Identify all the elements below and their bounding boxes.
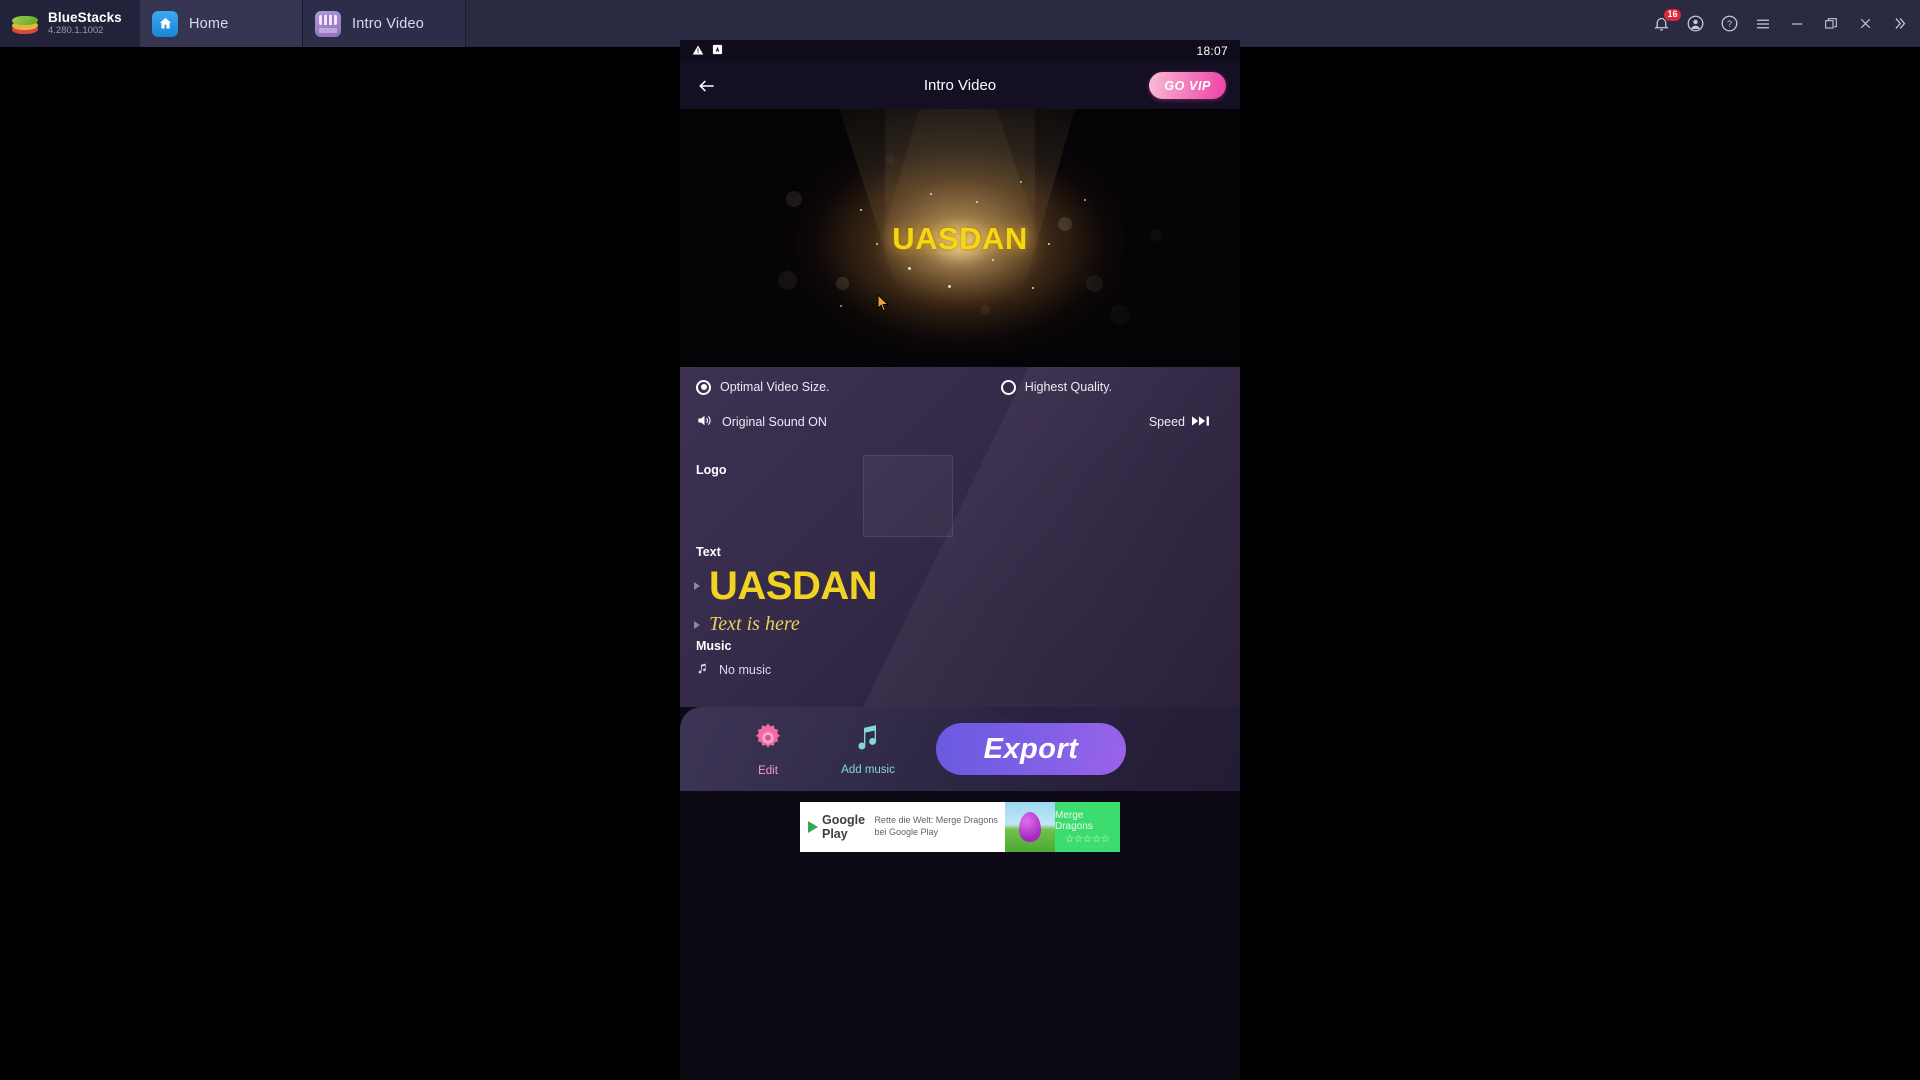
text-item-secondary-value: Text is here: [709, 613, 800, 635]
speed-label: Speed: [1148, 415, 1185, 429]
menu-icon[interactable]: [1746, 0, 1780, 47]
gear-icon: [751, 723, 785, 759]
option-highest-quality[interactable]: Highest Quality.: [1000, 379, 1112, 395]
edit-button[interactable]: Edit: [718, 721, 818, 777]
window-system-icons: 16 ?: [1644, 0, 1920, 47]
add-music-label: Add music: [841, 764, 895, 776]
restore-icon[interactable]: [1814, 0, 1848, 47]
mouse-cursor: [877, 293, 890, 312]
ad-cta[interactable]: Merge Dragons ☆☆☆☆☆: [1055, 802, 1120, 852]
speaker-icon: [696, 413, 713, 431]
edit-label: Edit: [758, 765, 778, 777]
help-icon[interactable]: ?: [1712, 0, 1746, 47]
warning-icon: [692, 44, 704, 59]
android-status-bar: 18:07: [680, 40, 1240, 62]
add-music-button[interactable]: Add music: [818, 722, 918, 776]
option-optimal-video-size[interactable]: Optimal Video Size.: [696, 379, 830, 395]
minimize-icon[interactable]: [1780, 0, 1814, 47]
account-icon[interactable]: [1678, 0, 1712, 47]
speed-control[interactable]: Speed: [1149, 415, 1212, 430]
ad-stars: ☆☆☆☆☆: [1065, 833, 1110, 845]
android-device-viewport: 18:07 Intro Video GO VIP UASDAN Optimal …: [680, 40, 1240, 1080]
home-icon: [152, 10, 178, 37]
dragon-egg-icon: [1019, 812, 1041, 842]
tab-home[interactable]: Home: [140, 0, 303, 47]
expand-caret-icon[interactable]: [694, 620, 700, 629]
music-note-icon: [852, 725, 884, 758]
radio-optimal-icon[interactable]: [696, 379, 711, 395]
ad-left-section: Google Play Rette die Welt: Merge Dragon…: [800, 802, 1005, 852]
bluestacks-brand: BlueStacks 4.280.1.1002: [0, 0, 140, 47]
tab-home-label: Home: [189, 15, 229, 32]
back-arrow-icon[interactable]: [694, 73, 720, 99]
bluestacks-logo-icon: [10, 12, 40, 36]
settings-panel: Optimal Video Size. Highest Quality. Ori…: [680, 367, 1240, 707]
music-row[interactable]: No music: [680, 662, 1240, 678]
music-value: No music: [719, 663, 772, 677]
adb-icon: [712, 44, 723, 58]
music-section-label: Music: [696, 639, 732, 653]
brand-name: BlueStacks: [48, 9, 122, 25]
text-item-primary-value: UASDAN: [709, 564, 878, 608]
export-button[interactable]: Export: [936, 723, 1126, 775]
google-play-icon: Google Play: [808, 813, 867, 841]
ad-store-name: Google Play: [822, 813, 866, 841]
google-play-ad-banner[interactable]: Google Play Rette die Welt: Merge Dragon…: [800, 802, 1120, 852]
quality-options-row: Optimal Video Size. Highest Quality.: [680, 367, 1240, 401]
tab-intro-video-label: Intro Video: [352, 15, 425, 32]
video-preview[interactable]: UASDAN: [680, 109, 1240, 367]
option-highest-label: Highest Quality.: [1024, 380, 1112, 394]
logo-row: [680, 455, 1240, 539]
option-optimal-label: Optimal Video Size.: [720, 380, 830, 394]
tab-intro-video[interactable]: Intro Video: [303, 0, 466, 47]
ad-title: Merge Dragons: [1055, 809, 1093, 832]
ad-thumbnail: [1005, 802, 1055, 852]
svg-text:?: ?: [1726, 19, 1731, 29]
original-sound-toggle[interactable]: Original Sound ON: [696, 413, 827, 431]
expand-caret-icon[interactable]: [694, 582, 700, 590]
ad-description: Rette die Welt: Merge Dragons bei Google…: [874, 815, 998, 837]
brand-version: 4.280.1.1002: [48, 25, 104, 37]
close-icon[interactable]: [1848, 0, 1882, 47]
original-sound-label: Original Sound ON: [722, 415, 827, 429]
notifications-icon[interactable]: 16: [1644, 0, 1683, 47]
status-time: 18:07: [1196, 44, 1228, 58]
go-vip-button[interactable]: GO VIP: [1149, 72, 1226, 99]
text-item-primary[interactable]: UASDAN: [680, 565, 1240, 607]
expand-sidebar-icon[interactable]: [1882, 0, 1916, 47]
app-bar: Intro Video GO VIP: [680, 62, 1240, 109]
music-note-icon: [696, 662, 709, 678]
radio-highest-icon[interactable]: [1000, 379, 1016, 395]
preview-title-text: UASDAN: [892, 221, 1028, 256]
bottom-action-bar: Edit Add music Export: [680, 707, 1240, 791]
sound-speed-row: Original Sound ON Speed: [680, 401, 1240, 431]
intro-video-app-icon: [315, 10, 341, 37]
logo-placeholder[interactable]: [863, 455, 953, 537]
text-item-secondary[interactable]: Text is here: [680, 613, 1240, 636]
ad-area: Google Play Rette die Welt: Merge Dragon…: [680, 791, 1240, 863]
fast-forward-icon: [1192, 415, 1212, 430]
text-section-label: Text: [696, 545, 721, 559]
